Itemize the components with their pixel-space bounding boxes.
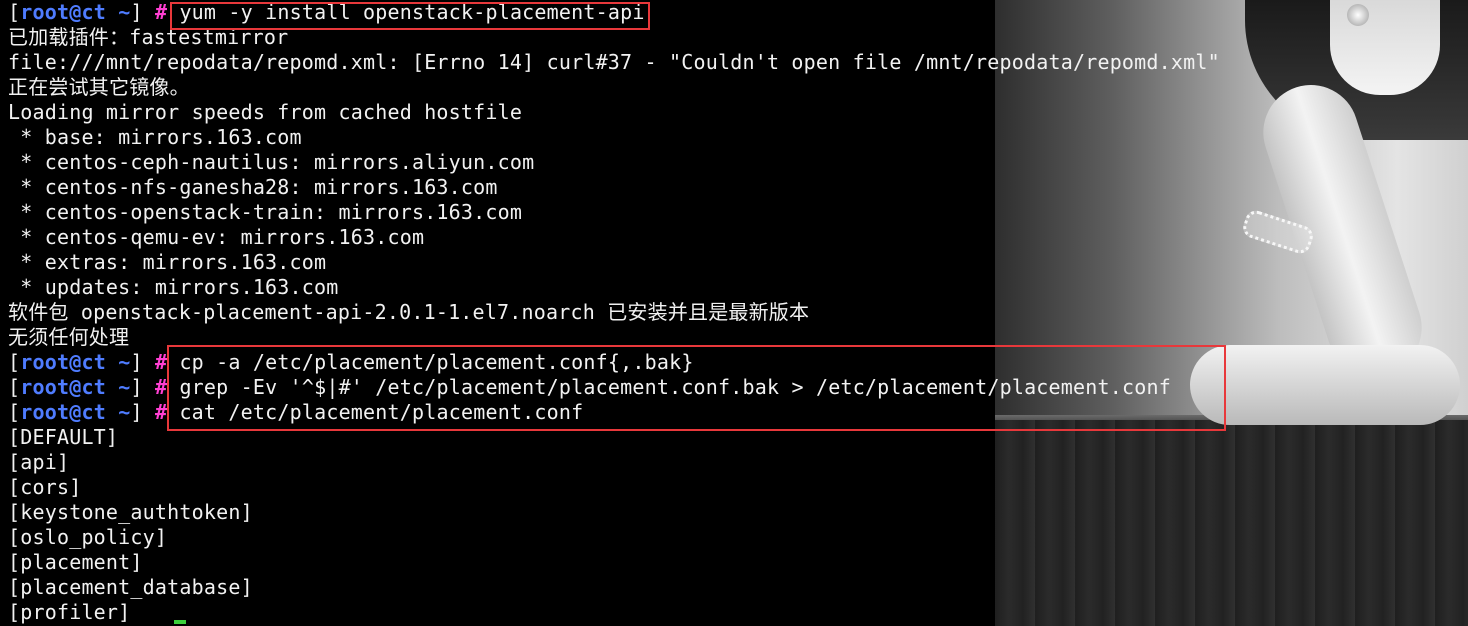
prompt-tilde: ~ xyxy=(105,400,131,424)
output-line: Loading mirror speeds from cached hostfi… xyxy=(8,100,523,124)
output-line: [placement] xyxy=(8,550,143,574)
terminal-window[interactable]: [root@ct ~] # yum -y install openstack-p… xyxy=(0,0,1468,626)
command-text: yum -y install openstack-placement-api xyxy=(179,0,645,24)
prompt-user: root xyxy=(20,400,70,424)
output-line: [placement_database] xyxy=(8,575,253,599)
command-text: cat /etc/placement/placement.conf xyxy=(179,400,584,424)
prompt-user: root xyxy=(20,375,70,399)
background-photo xyxy=(995,0,1468,626)
prompt-user: root xyxy=(20,0,70,24)
output-line: * base: mirrors.163.com xyxy=(8,125,302,149)
output-line: * centos-nfs-ganesha28: mirrors.163.com xyxy=(8,175,498,199)
prompt-open-bracket: [ xyxy=(8,350,21,374)
prompt-tilde: ~ xyxy=(105,0,131,24)
prompt-host: ct xyxy=(81,400,106,424)
output-line: 正在尝试其它镜像。 xyxy=(8,75,190,99)
prompt-tilde: ~ xyxy=(105,375,131,399)
prompt-open-bracket: [ xyxy=(8,400,21,424)
prompt-at: @ xyxy=(69,350,82,374)
output-line: [api] xyxy=(8,450,70,474)
prompt-close-bracket: ] xyxy=(130,350,143,374)
prompt-hash: # xyxy=(154,0,168,24)
terminal-cursor xyxy=(174,620,186,624)
output-line: * centos-qemu-ev: mirrors.163.com xyxy=(8,225,425,249)
prompt-host: ct xyxy=(81,375,106,399)
prompt-open-bracket: [ xyxy=(8,375,21,399)
output-line: [profiler] xyxy=(8,600,131,624)
output-line: [DEFAULT] xyxy=(8,425,119,449)
prompt-close-bracket: ] xyxy=(130,375,143,399)
prompt-at: @ xyxy=(69,375,82,399)
prompt-line: [root@ct ~] # cp -a /etc/placement/place… xyxy=(8,350,694,375)
output-line: [keystone_authtoken] xyxy=(8,500,253,524)
output-line: * extras: mirrors.163.com xyxy=(8,250,327,274)
prompt-at: @ xyxy=(69,400,82,424)
output-line: * centos-openstack-train: mirrors.163.co… xyxy=(8,200,523,224)
prompt-at: @ xyxy=(69,0,82,24)
output-line: 无须任何处理 xyxy=(8,325,130,349)
prompt-host: ct xyxy=(81,350,106,374)
prompt-close-bracket: ] xyxy=(130,400,143,424)
output-line: * updates: mirrors.163.com xyxy=(8,275,339,299)
prompt-open-bracket: [ xyxy=(8,0,21,24)
prompt-line: [root@ct ~] # cat /etc/placement/placeme… xyxy=(8,400,583,425)
prompt-line: [root@ct ~] # yum -y install openstack-p… xyxy=(8,0,645,25)
prompt-hash: # xyxy=(154,350,168,374)
output-line: 软件包 openstack-placement-api-2.0.1-1.el7.… xyxy=(8,300,810,324)
prompt-line: [root@ct ~] # grep -Ev '^$|#' /etc/place… xyxy=(8,375,1171,400)
prompt-close-bracket: ] xyxy=(130,0,143,24)
prompt-hash: # xyxy=(154,400,168,424)
output-line: [oslo_policy] xyxy=(8,525,168,549)
output-line: * centos-ceph-nautilus: mirrors.aliyun.c… xyxy=(8,150,535,174)
prompt-tilde: ~ xyxy=(105,350,131,374)
output-line: file:///mnt/repodata/repomd.xml: [Errno … xyxy=(8,50,1220,74)
output-line: 已加载插件：fastestmirror xyxy=(8,25,289,49)
command-text: cp -a /etc/placement/placement.conf{,.ba… xyxy=(179,350,694,374)
output-line: [cors] xyxy=(8,475,82,499)
prompt-hash: # xyxy=(154,375,168,399)
prompt-host: ct xyxy=(81,0,106,24)
command-text: grep -Ev '^$|#' /etc/placement/placement… xyxy=(179,375,1171,399)
prompt-user: root xyxy=(20,350,70,374)
